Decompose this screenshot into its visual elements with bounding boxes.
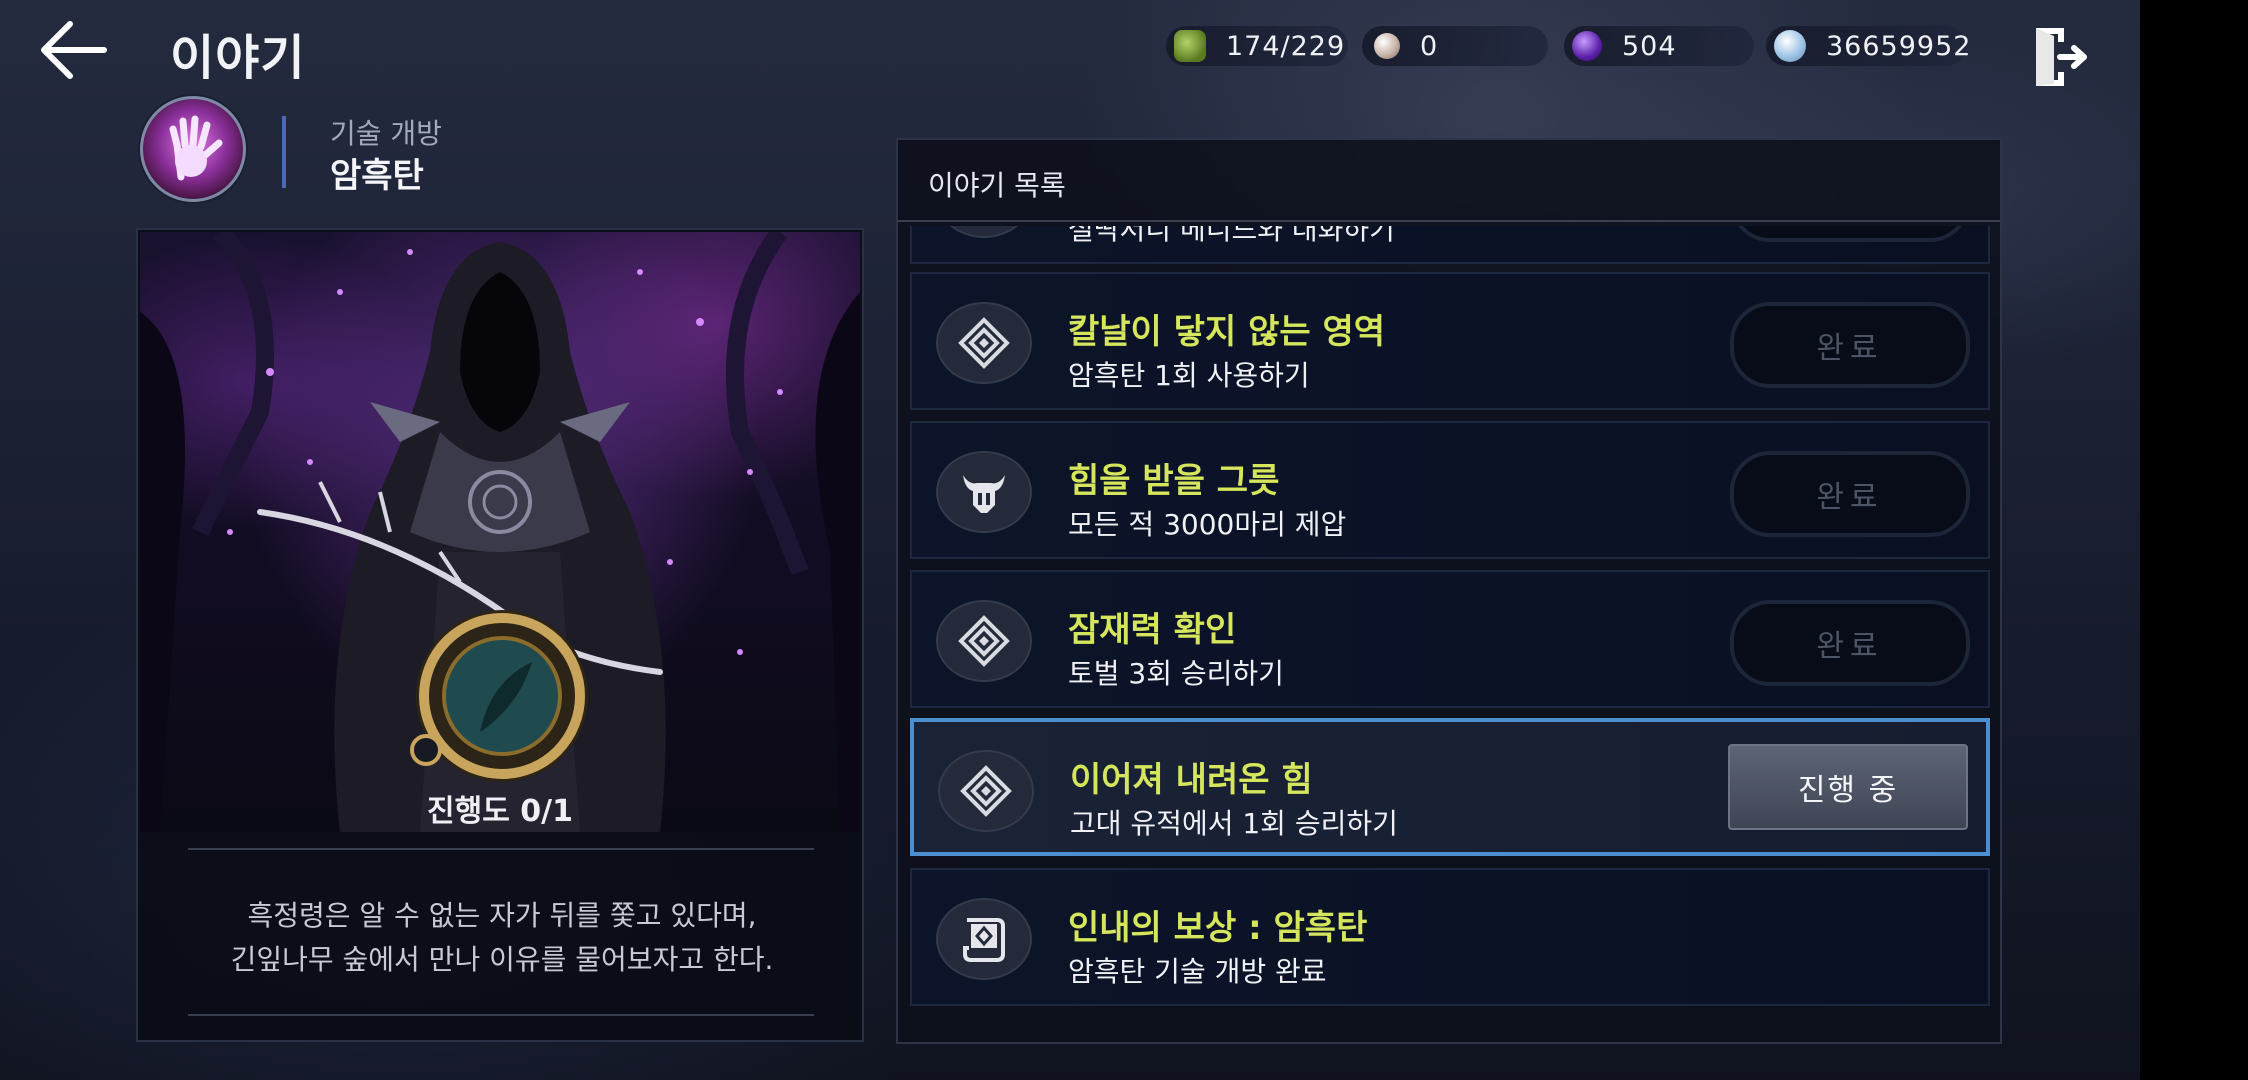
scroll-icon [936,898,1032,980]
story-item-desc: 고대 유적에서 1회 승리하기 [1070,807,1398,840]
silver-value: 36659952 [1826,30,1972,62]
exit-button[interactable] [2030,24,2092,90]
story-item-desc: 암흑탄 기술 개방 완료 [1068,955,1327,988]
diamond-rune-icon [936,226,1032,238]
story-list-panel: 이야기 목록 철딱서니 메니드와 대화하기 칼날이 닿지 않는 영역 암흑탄 1… [896,138,2002,1044]
story-item[interactable]: 잠재력 확인 토벌 3회 승리하기 완료 [910,570,1990,708]
divider [188,848,814,850]
dark-spirit-artwork: 진행도 0/1 [140,232,860,832]
story-item-title: 잠재력 확인 [1068,610,1237,650]
story-description: 흑정령은 알 수 없는 자가 뒤를 쫓고 있다며, 긴잎나무 숲에서 만나 이유… [158,894,846,982]
story-item[interactable]: 철딱서니 메니드와 대화하기 [910,226,1990,264]
skill-name: 암흑탄 [330,156,424,196]
complete-button[interactable]: 완료 [1730,302,1970,388]
description-line: 흑정령은 알 수 없는 자가 뒤를 쫓고 있다며, [247,899,757,932]
story-item-active[interactable]: 이어져 내려온 힘 고대 유적에서 1회 승리하기 진행 중 [910,718,1990,856]
story-item[interactable]: 인내의 보상 : 암흑탄 암흑탄 기술 개방 완료 [910,868,1990,1006]
story-item-title: 힘을 받을 그릇 [1068,461,1280,501]
pearl-currency[interactable]: 0 [1362,26,1548,66]
story-item-desc: 모든 적 3000마리 제압 [1068,508,1347,541]
screen-title: 이야기 [170,30,306,86]
story-item-button[interactable] [1730,226,1970,242]
pearl-icon [1374,33,1400,59]
purple-gem-icon [1572,31,1602,61]
complete-button[interactable]: 완료 [1730,451,1970,537]
in-progress-button[interactable]: 진행 중 [1728,744,1968,830]
story-card: 진행도 0/1 흑정령은 알 수 없는 자가 뒤를 쫓고 있다며, 긴잎나무 숲… [136,228,864,1042]
story-list[interactable]: 철딱서니 메니드와 대화하기 칼날이 닿지 않는 영역 암흑탄 1회 사용하기 … [910,226,1990,1034]
stamina-currency[interactable]: 174/229 [1166,26,1348,66]
stamina-value: 174/229 [1226,30,1346,62]
story-item-desc: 철딱서니 메니드와 대화하기 [1068,226,1395,246]
story-item-title: 이어져 내려온 힘 [1070,760,1313,800]
progress-text: 진행도 0/1 [427,794,573,829]
exit-door-icon [2036,28,2087,86]
horned-helmet-icon [936,451,1032,533]
story-list-title: 이야기 목록 [928,169,1066,202]
silver-coin-icon [1774,30,1806,62]
complete-button[interactable]: 완료 [1730,600,1970,686]
story-item-desc: 암흑탄 1회 사용하기 [1068,359,1310,392]
gem-currency[interactable]: 504 [1564,26,1754,66]
stamina-icon [1174,30,1206,62]
dark-hand-icon [169,115,223,181]
back-button[interactable] [34,16,114,86]
story-item-desc: 토벌 3회 승리하기 [1068,657,1284,690]
game-screen: 이야기 174/229 0 504 36659952 기술 개방 암흑탄 진행도… [0,0,2140,1080]
story-item-title: 칼날이 닿지 않는 영역 [1068,312,1386,352]
diamond-rune-icon [936,302,1032,384]
skill-emblem [140,96,246,202]
silver-currency[interactable]: 36659952 [1766,26,1970,66]
gem-value: 504 [1622,30,1677,62]
skill-separator [282,116,286,188]
diamond-rune-icon [938,750,1034,832]
story-list-header: 이야기 목록 [898,140,2000,222]
divider [188,1014,814,1016]
screen-edge [2140,0,2248,1080]
pearl-value: 0 [1420,30,1439,62]
skill-category: 기술 개방 [330,117,442,150]
description-line: 긴잎나무 숲에서 만나 이유를 물어보자고 한다. [230,943,774,976]
story-item-title: 인내의 보상 : 암흑탄 [1068,908,1368,948]
back-arrow-icon [41,21,107,79]
story-item[interactable]: 칼날이 닿지 않는 영역 암흑탄 1회 사용하기 완료 [910,272,1990,410]
story-item[interactable]: 힘을 받을 그릇 모든 적 3000마리 제압 완료 [910,421,1990,559]
diamond-rune-icon [936,600,1032,682]
